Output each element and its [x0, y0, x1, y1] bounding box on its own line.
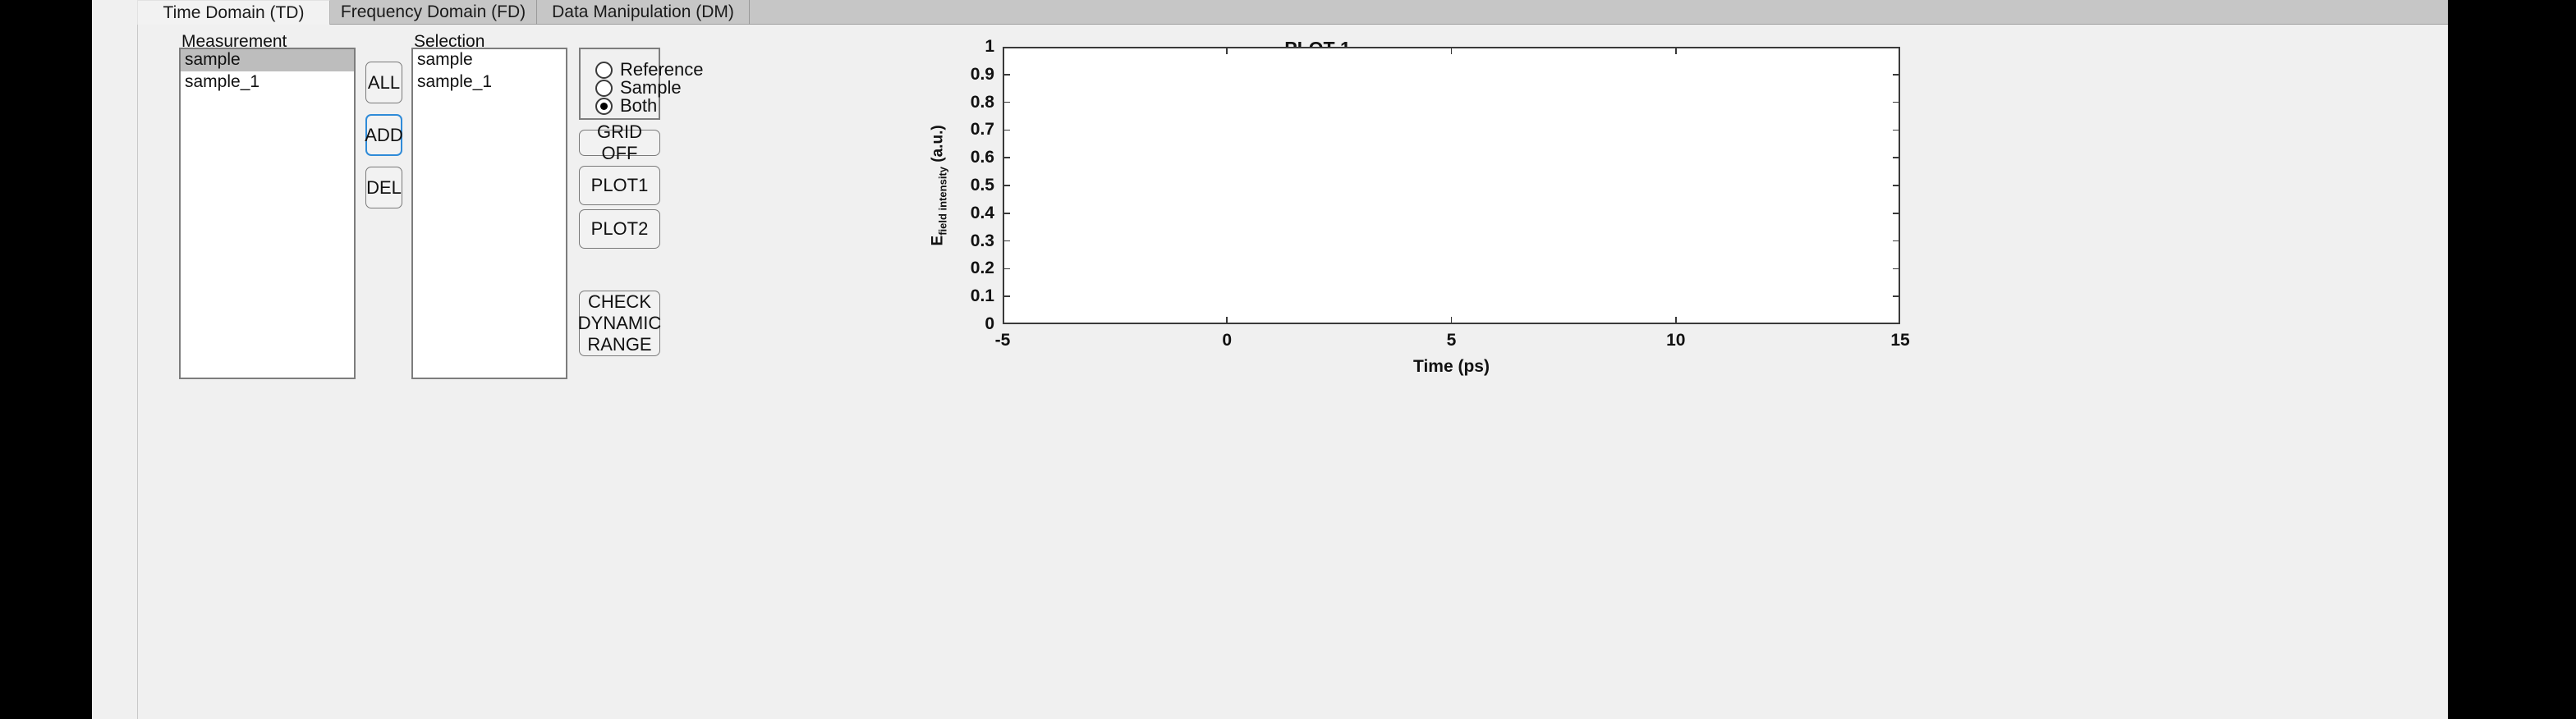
plot1-button[interactable]: PLOT1 — [579, 166, 660, 205]
axes-frame — [1003, 47, 1900, 324]
y-tick-mark — [1003, 101, 1010, 103]
y-tick-mark — [1003, 212, 1010, 214]
check-dynamic-range-button[interactable]: CHECK DYNAMIC RANGE — [577, 291, 662, 356]
radio-sample-icon — [595, 79, 613, 97]
y-tick-mark — [1893, 73, 1900, 76]
tab-frequency-domain[interactable]: Frequency Domain (FD) — [330, 0, 537, 25]
y-tick-label: 0.3 — [970, 231, 994, 250]
x-tick-mark — [1226, 47, 1228, 54]
x-tick-mark — [1674, 47, 1677, 54]
x-axis-title: Time (ps) — [1413, 357, 1490, 376]
y-tick-mark — [1893, 129, 1900, 131]
radio-both-icon — [595, 97, 613, 115]
left-letterbox — [0, 0, 92, 719]
right-letterbox — [2448, 0, 2576, 719]
y-axis-title-unit: (a.u.) — [929, 125, 947, 167]
radio-both[interactable]: Both — [595, 95, 657, 117]
y-tick-mark — [1003, 295, 1010, 298]
selection-listbox[interactable]: sample sample_1 — [411, 48, 567, 379]
x-tick-label: 10 — [1666, 331, 1686, 350]
y-tick-label: 0.7 — [970, 120, 994, 140]
radio-reference-icon — [595, 61, 613, 79]
y-tick-mark — [1003, 129, 1010, 131]
y-tick-label: 0.9 — [970, 64, 994, 84]
measurement-listbox[interactable]: sample sample_1 — [179, 48, 356, 379]
plot-area: PLOT 1 Efield intensity (a.u.) Time (ps)… — [680, 25, 1912, 719]
y-tick-mark — [1893, 240, 1900, 242]
list-item[interactable]: sample — [413, 49, 566, 71]
y-tick-mark — [1003, 73, 1010, 76]
y-axis-title-sub: field intensity — [935, 166, 948, 236]
list-item[interactable]: sample_1 — [413, 71, 566, 94]
window-body: Time Domain (TD) Frequency Domain (FD) D… — [92, 0, 2448, 719]
del-button[interactable]: DEL — [365, 167, 402, 208]
y-tick-label: 0.4 — [970, 203, 994, 222]
cdr-line-3: RANGE — [587, 333, 652, 355]
y-tick-mark — [1003, 185, 1010, 186]
y-tick-label: 0 — [985, 314, 994, 333]
y-tick-label: 1 — [985, 37, 994, 56]
tab-time-domain[interactable]: Time Domain (TD) — [137, 0, 330, 25]
y-tick-label: 0.2 — [970, 259, 994, 278]
x-tick-mark — [1226, 317, 1228, 324]
cdr-line-2: DYNAMIC — [577, 313, 662, 334]
x-tick-label: 15 — [1890, 331, 1910, 350]
tab-panel-time-domain: Measurement sample sample_1 ALL ADD DEL … — [137, 25, 2448, 719]
radio-both-label: Both — [620, 95, 658, 116]
list-item[interactable]: sample — [181, 49, 354, 71]
tab-data-manipulation[interactable]: Data Manipulation (DM) — [537, 0, 750, 25]
cdr-line-1: CHECK — [587, 291, 651, 313]
x-tick-mark — [1450, 47, 1453, 54]
grid-toggle-button[interactable]: GRID OFF — [579, 121, 660, 163]
all-button[interactable]: ALL — [365, 62, 402, 103]
y-tick-mark — [1893, 295, 1900, 298]
y-tick-mark — [1893, 212, 1900, 214]
y-tick-label: 0.5 — [970, 176, 994, 195]
x-tick-label: 5 — [1446, 331, 1457, 350]
application-window: Time Domain (TD) Frequency Domain (FD) D… — [0, 0, 2576, 719]
add-button[interactable]: ADD — [365, 114, 403, 156]
tab-bar: Time Domain (TD) Frequency Domain (FD) D… — [137, 0, 2448, 25]
x-tick-mark — [1674, 317, 1677, 324]
list-item[interactable]: sample_1 — [181, 71, 354, 94]
plot-axes[interactable] — [1003, 47, 1900, 324]
y-tick-label: 0.8 — [970, 92, 994, 112]
x-tick-label: -5 — [994, 331, 1011, 350]
y-tick-mark — [1893, 101, 1900, 103]
x-tick-label: 0 — [1222, 331, 1233, 350]
x-tick-mark — [1450, 317, 1453, 324]
trace-mode-group: Reference Sample Both — [579, 48, 704, 120]
y-tick-mark — [1003, 157, 1010, 159]
y-tick-mark — [1003, 240, 1010, 242]
y-tick-mark — [1893, 157, 1900, 159]
y-axis-title: Efield intensity (a.u.) — [929, 125, 948, 245]
plot2-button[interactable]: PLOT2 — [579, 209, 660, 249]
y-axis-title-main: E — [929, 235, 947, 246]
y-tick-label: 0.1 — [970, 286, 994, 306]
y-tick-label: 0.6 — [970, 148, 994, 167]
y-tick-mark — [1893, 185, 1900, 186]
y-tick-mark — [1003, 268, 1010, 270]
y-tick-mark — [1893, 268, 1900, 270]
